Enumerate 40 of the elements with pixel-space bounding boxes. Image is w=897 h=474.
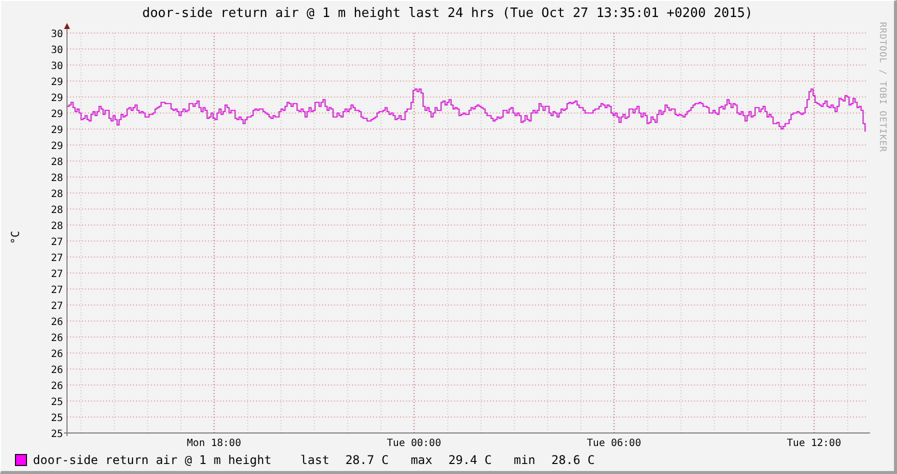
stat-label: last [300, 453, 330, 467]
y-tick-label: 27 [50, 253, 63, 264]
stat-value: 28.6 C [551, 453, 595, 467]
y-tick-label: 27 [50, 301, 63, 312]
y-tick-label: 25 [50, 413, 63, 424]
y-tick-label: 28 [50, 157, 63, 168]
y-tick-label: 26 [50, 349, 63, 360]
x-tick-label: Tue 12:00 [786, 438, 842, 449]
y-tick-label: 29 [50, 109, 63, 120]
y-tick-label: 27 [50, 237, 63, 248]
y-tick-label: 27 [50, 269, 63, 280]
y-tick-label: 29 [50, 141, 63, 152]
y-tick-label: 26 [50, 381, 63, 392]
y-tick-label: 29 [50, 125, 63, 136]
y-tick-label: 30 [50, 29, 63, 40]
legend-label: door-side return air @ 1 m height [33, 453, 272, 467]
y-tick-label: 28 [50, 189, 63, 200]
y-tick-label: 25 [50, 429, 63, 440]
y-tick-label: 25 [50, 397, 63, 408]
y-tick-label: 29 [50, 93, 63, 104]
x-tick-label: Mon 18:00 [186, 438, 242, 449]
y-tick-label: 28 [50, 173, 63, 184]
credit-text: RRDTOOL / TOBI OETIKER [877, 22, 887, 152]
y-tick-label: 30 [50, 45, 63, 56]
x-tick-label: Tue 00:00 [386, 438, 442, 449]
y-tick-label: 27 [50, 285, 63, 296]
y-tick-label: 29 [50, 77, 63, 88]
y-tick-label: 28 [50, 221, 63, 232]
stat-value: 28.7 C [345, 453, 389, 467]
stat-label: max [410, 453, 432, 467]
y-tick-label: 28 [50, 205, 63, 216]
stat-value: 29.4 C [448, 453, 492, 467]
y-tick-label: 30 [50, 61, 63, 72]
chart-title: door-side return air @ 1 m height last 24 hrs (Tue Oct 27 13:35:01 +0200 2015) [141, 5, 754, 22]
y-tick-label: 26 [50, 333, 63, 344]
y-tick-label: 26 [50, 365, 63, 376]
stat-label: min [514, 453, 536, 467]
y-tick-label: 26 [50, 317, 63, 328]
y-axis-unit: °C [9, 230, 22, 244]
x-tick-label: Tue 06:00 [586, 438, 642, 449]
